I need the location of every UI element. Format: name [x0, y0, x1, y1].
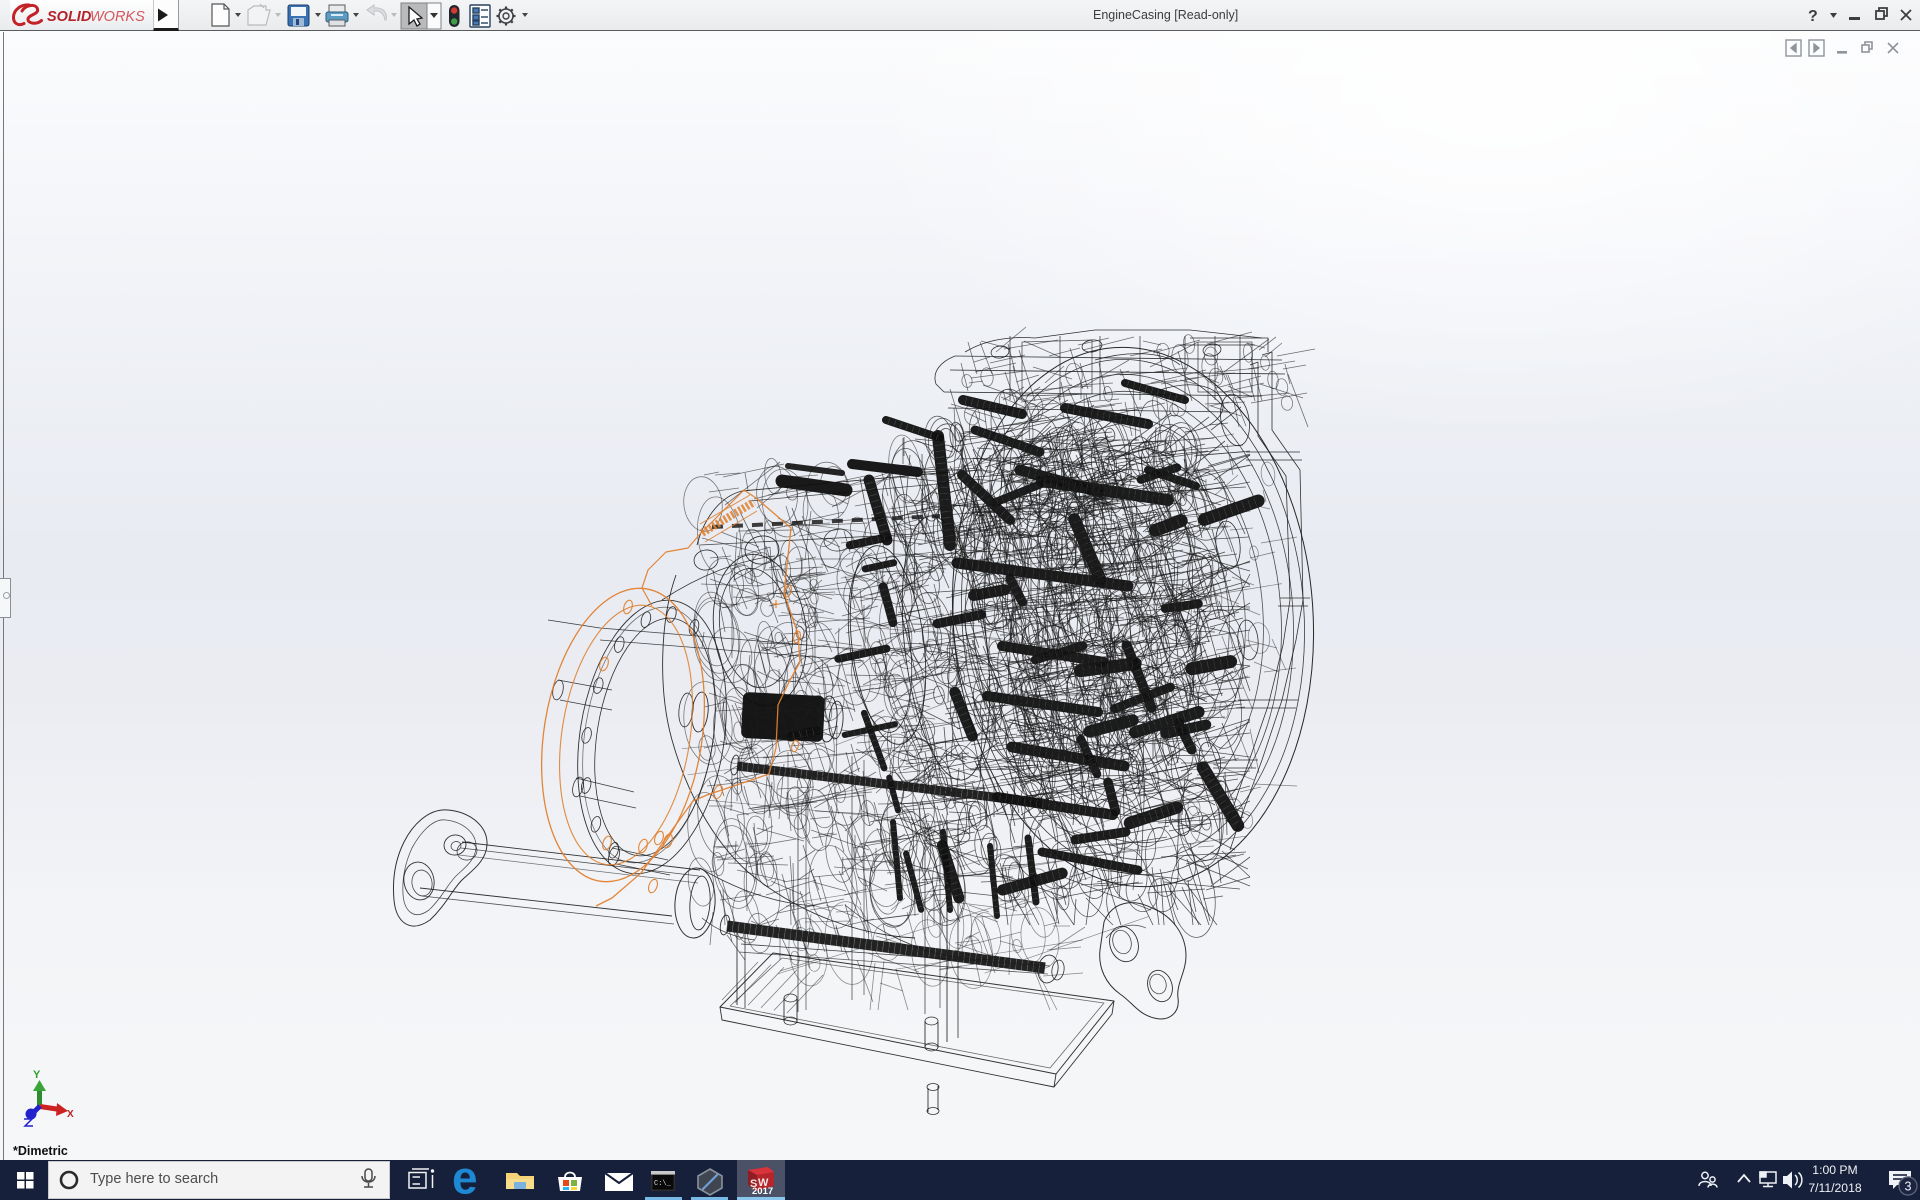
- svg-text:?: ?: [1808, 8, 1818, 25]
- svg-text:X: X: [67, 1109, 74, 1120]
- svg-text:3: 3: [1905, 1180, 1912, 1194]
- svg-text:e: e: [452, 1160, 478, 1200]
- svg-text:WORKS: WORKS: [90, 9, 145, 25]
- svg-text:C:\_: C:\_: [654, 1180, 672, 1188]
- svg-text:Y: Y: [33, 1069, 41, 1081]
- svg-text:SOLID: SOLID: [47, 9, 92, 25]
- svg-text:2017: 2017: [752, 1186, 773, 1197]
